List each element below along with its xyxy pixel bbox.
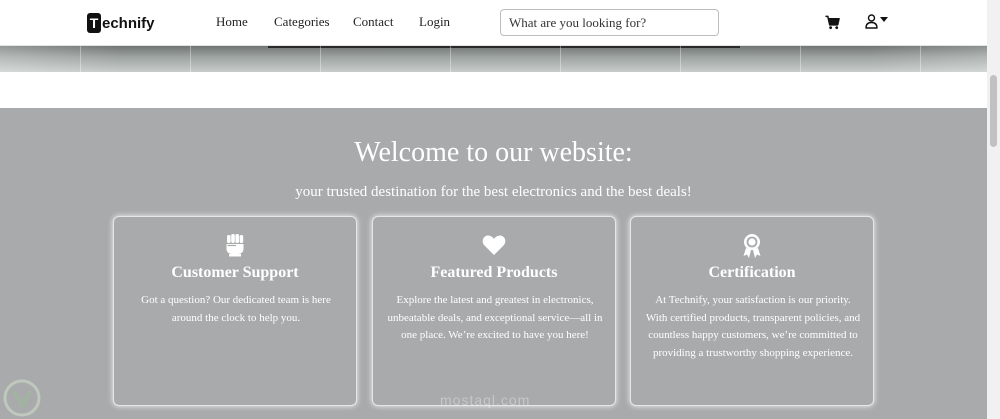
user-icon[interactable] [865,14,878,29]
award-icon [743,234,761,258]
feature-card-featured-products: Featured Products Explore the latest and… [372,216,616,406]
navbar: Technify Home Categories Contact Login [0,0,987,46]
card-title: Customer Support [171,264,299,281]
card-title: Certification [708,264,796,281]
search-input[interactable] [500,9,719,36]
card-text: At Technify, your satisfaction is our pr… [645,294,861,359]
scrollbar-thumb[interactable] [990,75,997,147]
heart-icon [482,235,506,255]
floor-line [680,45,681,72]
floor-line [80,45,81,72]
card-title: Featured Products [430,264,558,281]
floor-line [320,45,321,72]
page: Technify Home Categories Contact Login W… [0,0,1000,419]
brand-name: echnify [102,14,155,32]
feature-card-customer-support: Customer Support Got a question? Our ded… [113,216,357,406]
section-spacer [0,72,987,108]
watermark-logo-icon [3,379,41,417]
fist-icon [226,234,244,257]
welcome-title: Welcome to our website: [354,137,633,168]
card-text: Explore the latest and greatest in elect… [387,294,603,341]
cart-icon[interactable] [825,15,840,30]
hero-image [0,45,987,72]
caret-down-icon[interactable] [880,17,888,23]
floor-line [450,45,451,72]
brand-logo[interactable]: Technify [87,12,155,34]
nav-home-link[interactable]: Home [216,14,248,30]
page-scrollbar[interactable] [987,0,1000,419]
nav-contact-link[interactable]: Contact [353,14,393,30]
brand-badge: T [87,13,101,33]
feature-card-certification: Certification At Technify, your satisfac… [630,216,874,406]
floor-line [920,45,921,72]
card-text: Got a question? Our dedicated team is he… [141,294,331,324]
floor-line [560,45,561,72]
watermark-text: mostaql.com [440,392,531,408]
floor-line [190,45,191,72]
nav-login-link[interactable]: Login [419,14,450,30]
welcome-subtitle: your trusted destination for the best el… [295,184,692,200]
nav-categories-link[interactable]: Categories [274,14,330,30]
floor-line [800,45,801,72]
